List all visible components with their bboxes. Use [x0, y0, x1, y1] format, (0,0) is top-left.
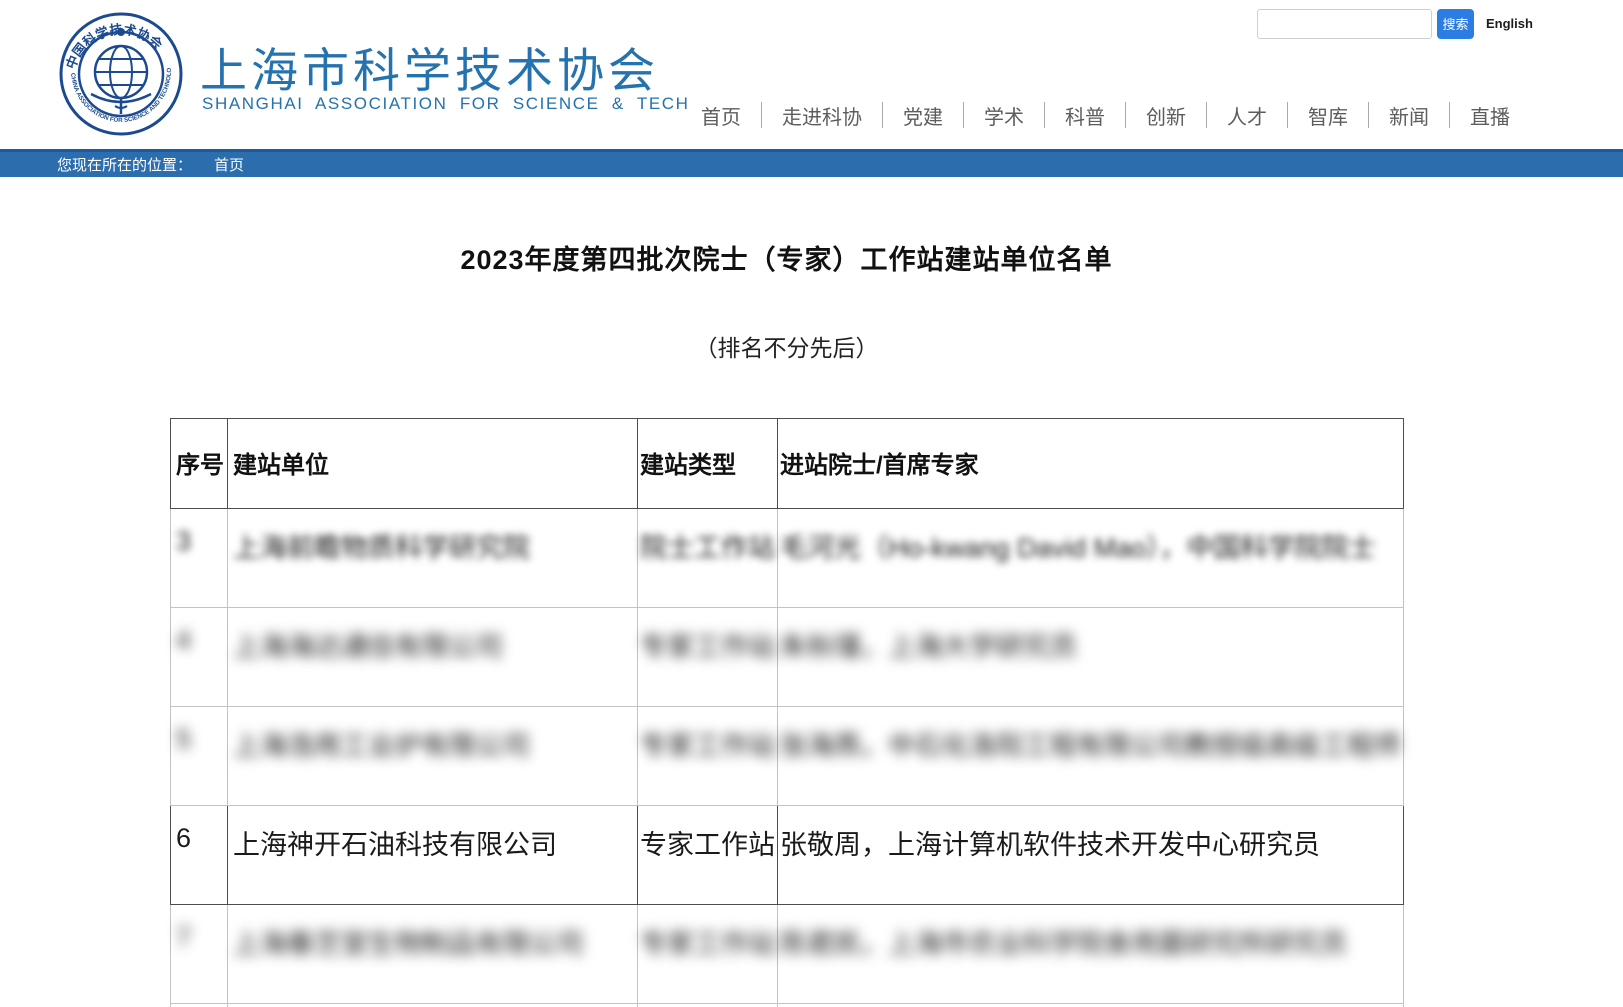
workstation-table: 序号 建站单位 建站类型 进站院士/首席专家 3 上海前瞻物质科学研究院 院士工…: [170, 418, 1404, 1007]
main-nav: 首页 走进科协 党建 学术 科普 创新 人才 智库 新闻 直播: [701, 98, 1510, 132]
nav-item-academic[interactable]: 学术: [984, 101, 1024, 130]
row-expert: 朱秋瑾，上海大学研究员: [780, 625, 1403, 664]
table-header-row: 序号 建站单位 建站类型 进站院士/首席专家: [171, 419, 1404, 509]
cast-emblem-icon: 中国科学技术协会 CHINA ASSOCIATION FOR SCIENCE A…: [55, 10, 187, 138]
nav-separator: [1368, 102, 1369, 128]
row-expert: 张敬周，上海计算机软件技术开发中心研究员: [780, 823, 1403, 862]
nav-separator: [1125, 102, 1126, 128]
table-row: 3 上海前瞻物质科学研究院 院士工作站 毛河光（Ho-kwang David M…: [171, 509, 1404, 608]
site-title: 上海市科学技术协会: [200, 32, 659, 101]
table-row: 7 上海春芝堂生物制品有限公司 专家工作站 陈君凯，上海市农业科学院食用菌研究所…: [171, 905, 1404, 1004]
row-unit: 上海神开石油科技有限公司: [233, 823, 637, 862]
table-row-partial: [171, 1004, 1404, 1007]
row-expert: 张海燕，中石化洛阳工程有限公司教授级高级工程师: [780, 724, 1403, 763]
page-title: 2023年度第四批次院士（专家）工作站建站单位名单: [170, 238, 1403, 277]
nav-item-innovation[interactable]: 创新: [1146, 101, 1186, 130]
column-header-unit: 建站单位: [228, 419, 638, 509]
table-row: 4 上海海达通信有限公司 专家工作站 朱秋瑾，上海大学研究员: [171, 608, 1404, 707]
site-subtitle: SHANGHAI ASSOCIATION FOR SCIENCE & TECH: [202, 94, 690, 114]
nav-separator: [761, 102, 762, 128]
nav-item-party[interactable]: 党建: [903, 101, 943, 130]
breadcrumb-home-link[interactable]: 首页: [214, 154, 244, 175]
row-no: 4: [176, 625, 227, 656]
nav-separator: [882, 102, 883, 128]
nav-item-thinktank[interactable]: 智库: [1308, 101, 1348, 130]
search-area: 搜索 English: [1257, 8, 1533, 39]
site-header: 中国科学技术协会 CHINA ASSOCIATION FOR SCIENCE A…: [0, 0, 1623, 150]
row-unit: 上海春芝堂生物制品有限公司: [233, 922, 637, 961]
english-link[interactable]: English: [1486, 16, 1533, 31]
page-subtitle: （排名不分先后）: [170, 329, 1403, 363]
search-button[interactable]: 搜索: [1437, 9, 1474, 39]
table-row: 6 上海神开石油科技有限公司 专家工作站 张敬周，上海计算机软件技术开发中心研究…: [171, 806, 1404, 905]
row-expert: 陈君凯，上海市农业科学院食用菌研究所研究员: [780, 922, 1403, 961]
column-header-no: 序号: [171, 419, 228, 509]
row-expert: 毛河光（Ho-kwang David Mao），中国科学院院士: [780, 526, 1403, 565]
nav-separator: [1044, 102, 1045, 128]
column-header-expert: 进站院士/首席专家: [778, 419, 1404, 509]
nav-separator: [963, 102, 964, 128]
nav-separator: [1206, 102, 1207, 128]
row-no: 6: [176, 823, 227, 854]
nav-item-news[interactable]: 新闻: [1389, 101, 1429, 130]
breadcrumb-label: 您现在所在的位置：: [57, 154, 192, 175]
site-logo[interactable]: 中国科学技术协会 CHINA ASSOCIATION FOR SCIENCE A…: [55, 10, 187, 138]
column-header-type: 建站类型: [638, 419, 778, 509]
row-type: 专家工作站: [640, 625, 777, 664]
row-type: 专家工作站: [640, 823, 777, 862]
row-no: 3: [176, 526, 227, 557]
search-input[interactable]: [1257, 9, 1432, 39]
nav-item-live[interactable]: 直播: [1470, 101, 1510, 130]
row-type: 专家工作站: [640, 724, 777, 763]
nav-separator: [1287, 102, 1288, 128]
breadcrumb: 您现在所在的位置： 首页: [0, 149, 1623, 177]
nav-item-science-pop[interactable]: 科普: [1065, 101, 1105, 130]
row-unit: 上海前瞻物质科学研究院: [233, 526, 637, 565]
nav-item-home[interactable]: 首页: [701, 101, 741, 130]
row-no: 5: [176, 724, 227, 755]
nav-item-about[interactable]: 走进科协: [782, 101, 862, 130]
row-unit: 上海海达通信有限公司: [233, 625, 637, 664]
row-type: 专家工作站: [640, 922, 777, 961]
table-row: 5 上海浩用工业炉有限公司 专家工作站 张海燕，中石化洛阳工程有限公司教授级高级…: [171, 707, 1404, 806]
nav-item-talent[interactable]: 人才: [1227, 101, 1267, 130]
row-type: 院士工作站: [640, 526, 777, 565]
row-unit: 上海浩用工业炉有限公司: [233, 724, 637, 763]
nav-separator: [1449, 102, 1450, 128]
row-no: 7: [176, 922, 227, 953]
